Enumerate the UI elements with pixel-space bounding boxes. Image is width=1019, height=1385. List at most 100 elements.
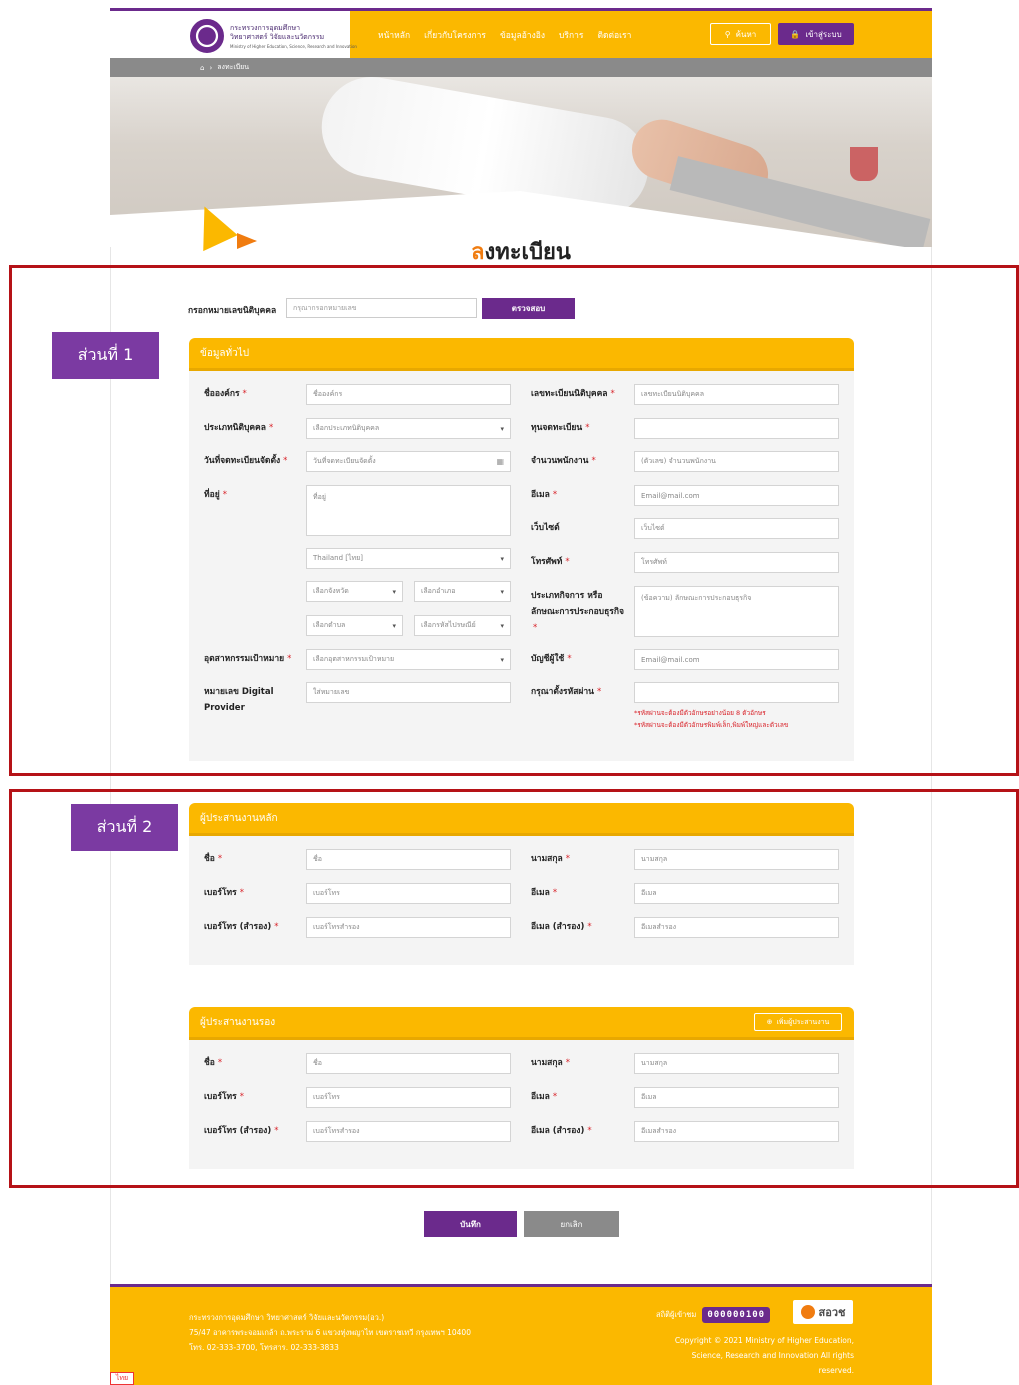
website-input[interactable]: เว็บไซต์: [634, 518, 839, 539]
footer-address: กระทรวงการอุดมศึกษา วิทยาศาสตร์ วิจัยและ…: [189, 1310, 471, 1355]
industry-select[interactable]: เลือกอุตสาหกรรมเป้าหมาย: [306, 649, 511, 670]
subdistrict-select[interactable]: เลือกตำบล: [306, 615, 403, 636]
secondary-phone-label: เบอร์โทร *: [204, 1092, 244, 1102]
primary-surname-label: นามสกุล *: [531, 854, 570, 864]
postcode-select[interactable]: เลือกรหัสไปรษณีย์: [414, 615, 511, 636]
hero-banner-image: [110, 77, 932, 247]
breadcrumb: ⌂ › ลงทะเบียน: [110, 58, 932, 77]
main-nav: หน้าหลัก เกี่ยวกับโครงการ ข้อมูลอ้างอิง …: [378, 28, 631, 42]
add-coordinator-button[interactable]: ⊕ เพิ่มผู้ประสานงาน: [754, 1013, 842, 1031]
primary-name-input[interactable]: ชื่อ: [306, 849, 511, 870]
capital-input[interactable]: [634, 418, 839, 439]
district-select[interactable]: เลือกอำเภอ: [414, 581, 511, 602]
secondary-phone2-input[interactable]: เบอร์โทรสำรอง: [306, 1121, 511, 1142]
search-button[interactable]: ⚲ ค้นหา: [710, 23, 771, 45]
country-select[interactable]: Thailand [ไทย]: [306, 548, 511, 569]
entity-number-label: กรอกหมายเลขนิติบุคคล: [188, 306, 277, 316]
visitor-count: 000000100: [702, 1307, 771, 1323]
primary-phone-label: เบอร์โทร *: [204, 888, 244, 898]
primary-email2-input[interactable]: อีเมลสำรอง: [634, 917, 839, 938]
general-info-header: ข้อมูลทั่วไป: [189, 338, 854, 368]
password-label: กรุณาตั้งรหัสผ่าน *: [531, 687, 602, 697]
email-label: อีเมล *: [531, 490, 558, 500]
secondary-email-input[interactable]: อีเมล: [634, 1087, 839, 1108]
breadcrumb-current: ลงทะเบียน: [217, 63, 250, 71]
secondary-email2-label: อีเมล (สำรอง) *: [531, 1126, 592, 1136]
page-title: ลงทะเบียน: [110, 234, 932, 269]
secondary-phone-input[interactable]: เบอร์โทร: [306, 1087, 511, 1108]
entity-number-input[interactable]: กรุณากรอกหมายเลข: [286, 298, 477, 318]
verify-button[interactable]: ตรวจสอบ: [482, 298, 575, 319]
logo-text: กระทรวงการอุดมศึกษา วิทยาศาสตร์ วิจัยและ…: [230, 24, 357, 51]
search-label: ค้นหา: [735, 29, 757, 39]
plus-circle-icon: ⊕: [766, 1018, 773, 1026]
phone-input[interactable]: โทรศัพท์: [634, 552, 839, 573]
digital-provider-label: หมายเลข Digital Provider: [204, 687, 274, 713]
reg-no-label: เลขทะเบียนนิติบุคคล *: [531, 389, 615, 399]
section-2-tag: ส่วนที่ 2: [71, 804, 178, 851]
footer-line-2: 75/47 อาคารพระจอมเกล้า ถ.พระราม 6 แขวงทุ…: [189, 1328, 471, 1337]
add-coordinator-label: เพิ่มผู้ประสานงาน: [776, 1017, 830, 1026]
entity-type-select[interactable]: เลือกประเภทนิติบุคคล: [306, 418, 511, 439]
capital-label: ทุนจดทะเบียน *: [531, 423, 590, 433]
home-icon[interactable]: ⌂: [200, 64, 204, 72]
chevron-right-icon: ›: [209, 63, 213, 72]
reg-date-input[interactable]: วันที่จดทะเบียนจัดตั้ง ▦: [306, 451, 511, 472]
address-label: ที่อยู่ *: [204, 490, 227, 500]
employees-label: จำนวนพนักงาน *: [531, 456, 596, 466]
nav-services[interactable]: บริการ: [559, 28, 583, 42]
org-name-input[interactable]: ชื่อองค์กร: [306, 384, 511, 405]
phone-label: โทรศัพท์ *: [531, 557, 570, 567]
email-input[interactable]: Email@mail.com: [634, 485, 839, 506]
page-title-first-letter: ล: [471, 240, 485, 265]
login-button[interactable]: 🔒 เข้าสู่ระบบ: [778, 23, 854, 45]
visitor-label: สถิติผู้เข้าชม: [656, 1310, 697, 1319]
general-info-title: ข้อมูลทั่วไป: [200, 347, 250, 359]
secondary-surname-input[interactable]: นามสกุล: [634, 1053, 839, 1074]
account-input[interactable]: Email@mail.com: [634, 649, 839, 670]
primary-email-input[interactable]: อีเมล: [634, 883, 839, 904]
section-1-tag: ส่วนที่ 1: [52, 332, 159, 379]
account-label: บัญชีผู้ใช้ *: [531, 654, 572, 664]
employees-input[interactable]: (ตัวเลข) จำนวนพนักงาน: [634, 451, 839, 472]
primary-coordinator-header: ผู้ประสานงานหลัก: [189, 803, 854, 833]
nav-home[interactable]: หน้าหลัก: [378, 28, 410, 42]
logo-line-3: Ministry of Higher Education, Science, R…: [230, 44, 357, 49]
secondary-email2-input[interactable]: อีเมลสำรอง: [634, 1121, 839, 1142]
brand-logo[interactable]: สอวช: [793, 1300, 853, 1324]
calendar-icon[interactable]: ▦: [496, 457, 504, 466]
language-flag-badge[interactable]: ไทย: [110, 1372, 134, 1385]
cancel-button[interactable]: ยกเลิก: [524, 1211, 619, 1237]
ministry-seal-icon: [190, 19, 224, 53]
secondary-name-label: ชื่อ *: [204, 1058, 223, 1068]
primary-coordinator-title: ผู้ประสานงานหลัก: [200, 812, 278, 824]
primary-phone-input[interactable]: เบอร์โทร: [306, 883, 511, 904]
brand-name: สอวช: [818, 1306, 846, 1319]
logo-line-2: วิทยาศาสตร์ วิจัยและนวัตกรรม: [230, 33, 325, 41]
password-hint-1: *รหัสผ่านจะต้องมีตัวอักษรอย่างน้อย 8 ตัว…: [634, 709, 766, 717]
search-icon: ⚲: [724, 29, 731, 39]
business-type-textarea[interactable]: (ข้อความ) ลักษณะการประกอบธุรกิจ: [634, 586, 839, 637]
org-name-label: ชื่อองค์กร *: [204, 389, 247, 399]
secondary-coordinator-title: ผู้ประสานงานรอง: [200, 1016, 276, 1028]
footer-line-1: กระทรวงการอุดมศึกษา วิทยาศาสตร์ วิจัยและ…: [189, 1313, 385, 1322]
province-select[interactable]: เลือกจังหวัด: [306, 581, 403, 602]
logo-line-1: กระทรวงการอุดมศึกษา: [230, 24, 300, 32]
primary-phone2-input[interactable]: เบอร์โทรสำรอง: [306, 917, 511, 938]
logo[interactable]: กระทรวงการอุดมศึกษา วิทยาศาสตร์ วิจัยและ…: [110, 11, 357, 58]
nav-about[interactable]: เกี่ยวกับโครงการ: [424, 28, 486, 42]
brand-mark-icon: [800, 1305, 815, 1319]
reg-no-input[interactable]: เลขทะเบียนนิติบุคคล: [634, 384, 839, 405]
website-label: เว็บไซต์: [531, 523, 560, 533]
password-input[interactable]: [634, 682, 839, 703]
secondary-name-input[interactable]: ชื่อ: [306, 1053, 511, 1074]
primary-email-label: อีเมล *: [531, 888, 558, 898]
digital-provider-input[interactable]: ใส่หมายเลข: [306, 682, 511, 703]
nav-reference[interactable]: ข้อมูลอ้างอิง: [500, 28, 545, 42]
nav-contact[interactable]: ติดต่อเรา: [597, 28, 631, 42]
save-button[interactable]: บันทึก: [424, 1211, 517, 1237]
primary-surname-input[interactable]: นามสกุล: [634, 849, 839, 870]
site-footer: กระทรวงการอุดมศึกษา วิทยาศาสตร์ วิจัยและ…: [110, 1284, 932, 1385]
address-textarea[interactable]: ที่อยู่: [306, 485, 511, 536]
primary-name-label: ชื่อ *: [204, 854, 223, 864]
